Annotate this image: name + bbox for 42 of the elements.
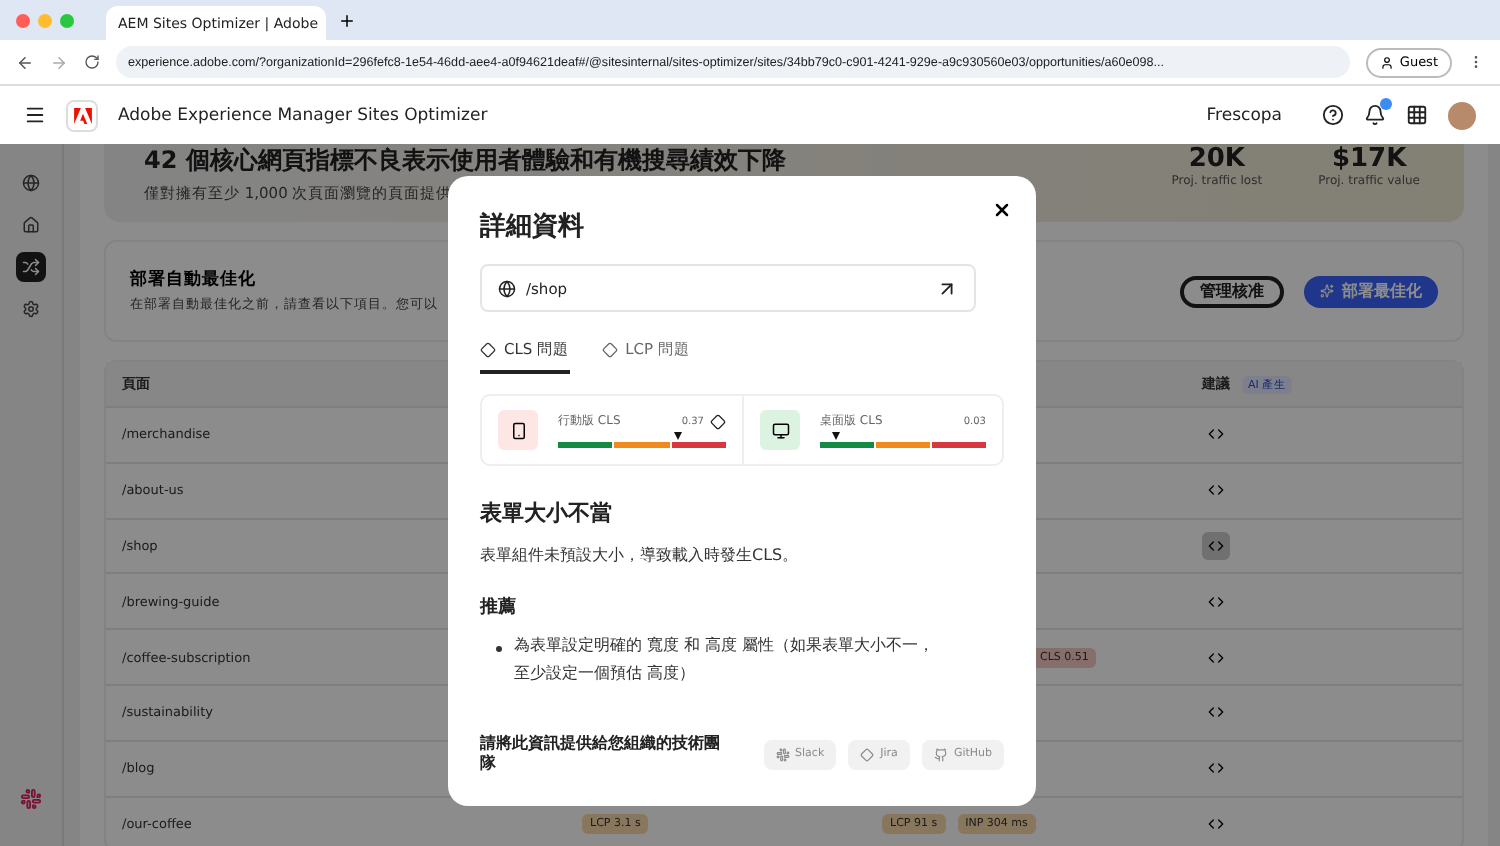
new-tab-icon[interactable]: [338, 11, 356, 29]
issue-description: 表單組件未預設大小，導致載入時發生CLS。: [480, 544, 801, 566]
recommend-title: 推薦: [480, 594, 518, 620]
stat-value: 20K: [1188, 144, 1246, 174]
bell-icon[interactable]: [1364, 104, 1386, 126]
stat-value: $17K: [1331, 144, 1407, 174]
zoom-window-dot[interactable]: [60, 13, 74, 27]
phone-icon: [498, 410, 538, 450]
shuffle-icon[interactable]: [16, 252, 46, 282]
share-text: 請將此資訊提供給您組織的技術團隊: [480, 734, 722, 774]
deploy-button[interactable]: 部署最佳化: [1304, 275, 1438, 307]
slack-icon: [775, 747, 790, 761]
app-title: Adobe Experience Manager Sites Optimizer: [118, 105, 488, 125]
close-icon[interactable]: [992, 200, 1012, 220]
avatar[interactable]: [1448, 101, 1476, 129]
help-icon[interactable]: [1322, 104, 1344, 126]
apps-icon[interactable]: [1406, 104, 1428, 126]
monitor-icon: [760, 410, 800, 450]
github-icon: [933, 747, 948, 761]
close-window-dot[interactable]: [16, 13, 30, 27]
diamond-icon: [480, 342, 496, 358]
back-icon[interactable]: [16, 53, 34, 71]
diamond-icon: [860, 747, 875, 761]
bullet-icon: [496, 646, 502, 652]
issue-title: 表單大小不當: [480, 498, 614, 528]
minimize-window-dot[interactable]: [38, 13, 52, 27]
sparkles-icon: [1320, 284, 1334, 298]
manage-button[interactable]: 管理核准: [1180, 275, 1284, 307]
user-icon: [1379, 55, 1394, 69]
diamond-icon: [601, 342, 618, 358]
banner-title: 42 個核心網頁指標不良表示使用者體驗和有機搜尋績效下降: [144, 144, 786, 178]
globe-icon: [498, 279, 516, 297]
recommendation-text: 為表單設定明確的 寬度 和 高度 屬性（如果表單大小不一，至少設定一個預估 高度）: [514, 634, 936, 687]
logo-icon: [66, 99, 98, 131]
code-icon[interactable]: [1202, 531, 1230, 560]
reload-icon[interactable]: [84, 54, 100, 70]
external-link-icon[interactable]: [936, 277, 958, 299]
dialog-title: 詳細資料: [480, 210, 584, 244]
menu-icon[interactable]: [24, 104, 46, 126]
card-title: 部署自動最佳化: [130, 268, 258, 292]
org-name[interactable]: Frescopa: [1206, 105, 1282, 125]
slack-icon[interactable]: [20, 788, 42, 810]
